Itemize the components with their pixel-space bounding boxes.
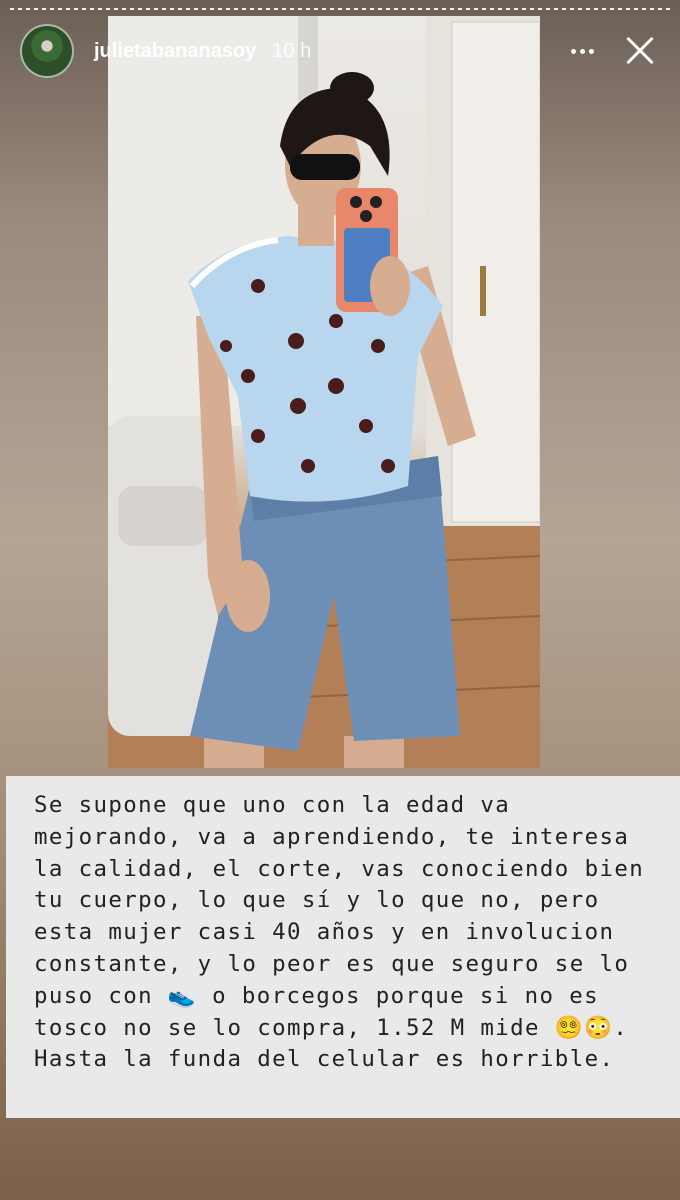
more-options-icon[interactable]: [562, 31, 602, 71]
story-photo: [108, 16, 540, 768]
caption-text: Se supone que uno con la edad va mejoran…: [34, 792, 659, 1073]
close-icon[interactable]: [620, 31, 660, 71]
mirror-selfie-illustration: [108, 16, 540, 768]
story-header: julietabananasoy 10 h: [20, 22, 660, 80]
avatar[interactable]: [20, 24, 74, 78]
story-progress-bar: [10, 8, 670, 12]
post-time: 10 h: [272, 39, 312, 62]
username[interactable]: julietabananasoy: [94, 40, 256, 63]
caption-text-box: Se supone que uno con la edad va mejoran…: [6, 776, 680, 1118]
